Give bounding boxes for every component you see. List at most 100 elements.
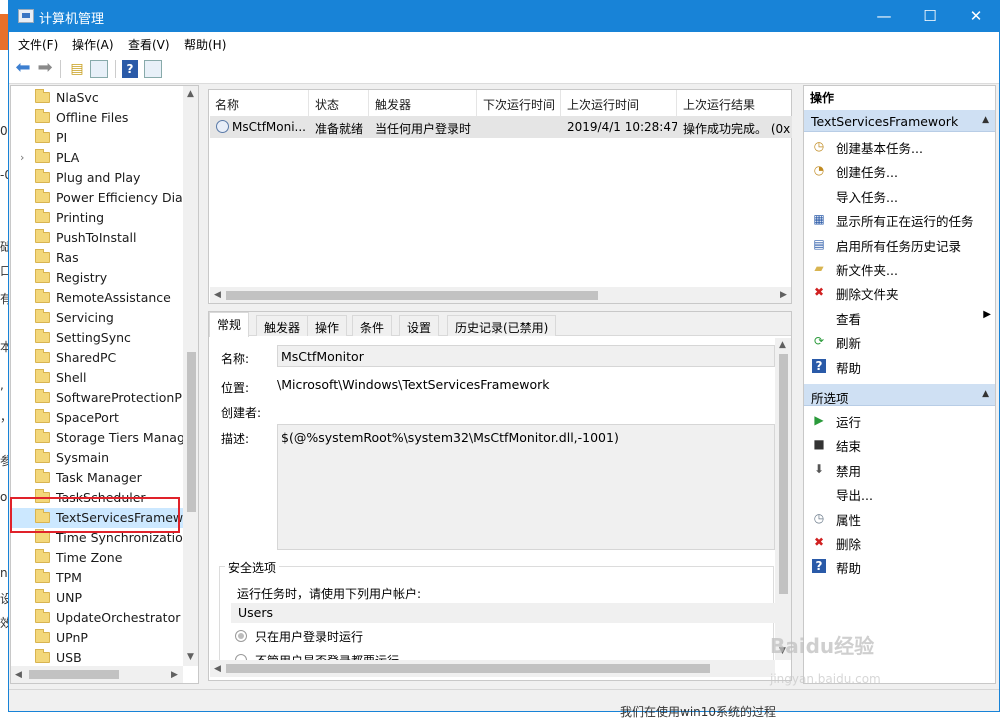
scrollbar-thumb[interactable] [226, 664, 710, 673]
column-header-name[interactable]: 名称 [209, 90, 309, 116]
radio-logged-on[interactable] [235, 630, 247, 642]
column-header-status[interactable]: 状态 [309, 90, 369, 116]
computer-management-icon [18, 9, 34, 23]
column-header-trigger[interactable]: 触发器 [369, 90, 477, 116]
menu-help[interactable]: 帮助(H) [184, 36, 226, 53]
up-folder-icon[interactable]: ▤ [67, 59, 87, 79]
action-pane-icon[interactable] [144, 60, 162, 78]
scroll-left-icon[interactable]: ◀ [210, 664, 225, 674]
column-header-next-run[interactable]: 下次运行时间 [477, 90, 561, 116]
tree-item[interactable]: UNP [11, 588, 183, 608]
tree-item[interactable]: NlaSvc [11, 88, 183, 108]
title-bar[interactable]: 计算机管理 — ☐ ✕ [9, 1, 999, 32]
tab-general[interactable]: 常规 [209, 312, 250, 337]
column-header-last-run[interactable]: 上次运行时间 [561, 90, 677, 116]
tree-item[interactable]: UPnP [11, 628, 183, 648]
action-item[interactable]: 导出... [804, 481, 995, 505]
scroll-right-icon[interactable]: ▶ [167, 670, 182, 680]
collapse-caret-icon[interactable]: ▲ [982, 115, 989, 125]
action-item[interactable]: ? 帮助 [804, 354, 995, 378]
tree-item[interactable]: Time Zone [11, 548, 183, 568]
scroll-up-icon[interactable]: ▲ [775, 340, 790, 350]
action-item[interactable]: ▦ 显示所有正在运行的任务 [804, 207, 995, 231]
minimize-button[interactable]: — [861, 1, 907, 32]
tree-item[interactable]: Plug and Play [11, 168, 183, 188]
action-item[interactable]: ✖ 删除 [804, 530, 995, 554]
tab-conditions[interactable]: 条件 [352, 315, 393, 336]
tree-item[interactable]: TPM [11, 568, 183, 588]
tab-history[interactable]: 历史记录(已禁用) [447, 315, 557, 336]
menu-action[interactable]: 操作(A) [72, 36, 114, 53]
scrollbar-thumb[interactable] [187, 352, 196, 512]
folder-icon [35, 109, 50, 123]
action-item[interactable]: ⟳ 刷新 [804, 329, 995, 353]
help-icon[interactable]: ? [122, 60, 138, 78]
action-item[interactable]: ? 帮助 [804, 554, 995, 578]
back-arrow-icon[interactable]: ⬅ [13, 59, 33, 79]
details-horizontal-scrollbar[interactable]: ◀ [210, 660, 775, 677]
scrollbar-thumb[interactable] [29, 670, 119, 679]
tree-item[interactable]: Servicing [11, 308, 183, 328]
submenu-arrow-icon: ▶ [983, 308, 991, 320]
folder-icon [35, 269, 50, 283]
actions-section-selected[interactable]: 所选项 ▲ [804, 384, 995, 406]
expand-chevron-icon[interactable]: › [20, 151, 24, 164]
tab-actions[interactable]: 操作 [307, 315, 348, 336]
table-row[interactable]: MsCtfMoni... 准备就绪 当任何用户登录时 2019/4/1 10:2… [210, 116, 792, 138]
details-vertical-scrollbar[interactable]: ▲ ▼ [775, 338, 791, 660]
close-button[interactable]: ✕ [953, 1, 999, 32]
tree-item[interactable]: Storage Tiers Management [11, 428, 183, 448]
tree-vertical-scrollbar[interactable]: ▲ ▼ [183, 86, 198, 666]
tab-settings[interactable]: 设置 [399, 315, 440, 336]
scroll-left-icon[interactable]: ◀ [210, 290, 225, 300]
tree-item[interactable]: RemoteAssistance [11, 288, 183, 308]
action-item[interactable]: ▤ 启用所有任务历史记录 [804, 232, 995, 256]
tree-item[interactable]: Offline Files [11, 108, 183, 128]
scrollbar-thumb[interactable] [226, 291, 598, 300]
tree-item[interactable]: USB [11, 648, 183, 668]
forward-arrow-icon[interactable]: ➡ [35, 59, 55, 79]
scroll-left-icon[interactable]: ◀ [11, 670, 26, 680]
show-tree-icon[interactable] [90, 60, 108, 78]
scrollbar-thumb[interactable] [779, 354, 788, 594]
description-field[interactable]: $(@%systemRoot%\system32\MsCtfMonitor.dl… [277, 424, 775, 550]
action-item[interactable]: ■ 结束 [804, 432, 995, 456]
scroll-up-icon[interactable]: ▲ [183, 89, 198, 99]
tree-item[interactable]: SettingSync [11, 328, 183, 348]
action-item[interactable]: ⬇ 禁用 [804, 457, 995, 481]
action-item[interactable]: ✖ 删除文件夹 [804, 280, 995, 304]
tab-triggers[interactable]: 触发器 [256, 315, 309, 336]
action-item[interactable]: ▰ 新文件夹... [804, 256, 995, 280]
menu-view[interactable]: 查看(V) [128, 36, 170, 53]
tree-item[interactable]: Printing [11, 208, 183, 228]
tree-item[interactable]: Task Manager [11, 468, 183, 488]
name-field[interactable]: MsCtfMonitor [277, 345, 775, 367]
tree-item[interactable]: SharedPC [11, 348, 183, 368]
tree-item[interactable]: Power Efficiency Diagnostics [11, 188, 183, 208]
tree-item[interactable]: Shell [11, 368, 183, 388]
horizontal-scrollbar[interactable]: ◀ ▶ [210, 287, 791, 303]
tree-item[interactable]: Registry [11, 268, 183, 288]
tree-item[interactable]: PI [11, 128, 183, 148]
tree-item[interactable]: SpacePort [11, 408, 183, 428]
scroll-down-icon[interactable]: ▼ [183, 652, 198, 662]
action-item[interactable]: ◷ 创建基本任务... [804, 134, 995, 158]
tree-item[interactable]: Sysmain [11, 448, 183, 468]
maximize-button[interactable]: ☐ [907, 1, 953, 32]
action-item[interactable]: ◷ 属性 [804, 506, 995, 530]
menu-file[interactable]: 文件(F) [18, 36, 58, 53]
tree-item[interactable]: SoftwareProtectionPlatform [11, 388, 183, 408]
tree-item[interactable]: Ras [11, 248, 183, 268]
action-item[interactable]: 查看 ▶ [804, 305, 995, 329]
action-item[interactable]: ▶ 运行 [804, 408, 995, 432]
tree-item[interactable]: PushToInstall [11, 228, 183, 248]
tree-horizontal-scrollbar[interactable]: ◀ ▶ [11, 666, 183, 683]
action-item[interactable]: ◔ 创建任务... [804, 158, 995, 182]
action-item[interactable]: 导入任务... [804, 183, 995, 207]
tree-item[interactable]: › PLA [11, 148, 183, 168]
collapse-caret-icon[interactable]: ▲ [982, 389, 989, 399]
actions-section-folder[interactable]: TextServicesFramework ▲ [804, 110, 995, 132]
scroll-right-icon[interactable]: ▶ [776, 290, 791, 300]
column-header-last-result[interactable]: 上次运行结果 [677, 90, 792, 116]
tree-item[interactable]: UpdateOrchestrator [11, 608, 183, 628]
